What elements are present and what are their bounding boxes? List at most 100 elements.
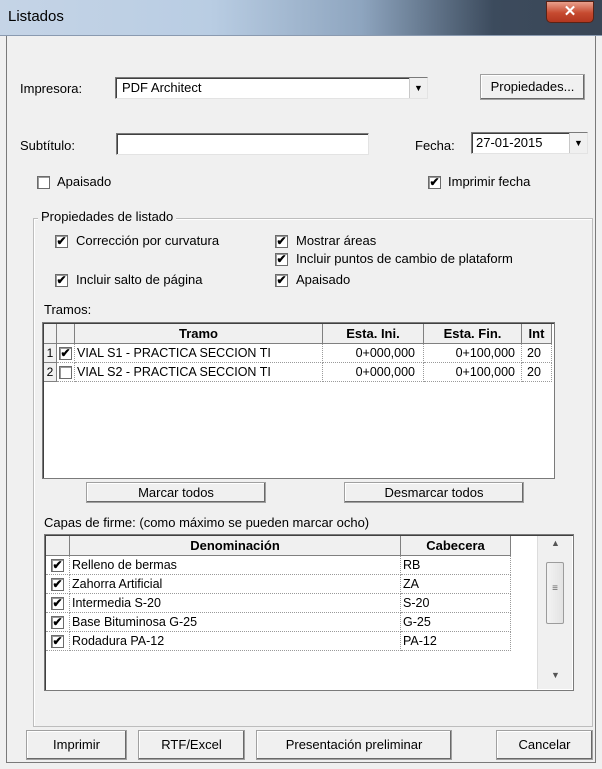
landscape-list-checkbox[interactable]: ✔ <box>275 274 288 287</box>
grid-check-header <box>46 536 70 556</box>
check-icon: ✔ <box>52 615 63 629</box>
window-title: Listados <box>8 8 64 25</box>
curvature-checkbox[interactable]: ✔ <box>55 235 68 248</box>
column-header-fin[interactable]: Esta. Fin. <box>424 324 522 344</box>
chevron-down-icon[interactable]: ▼ <box>409 78 427 98</box>
capa-name-cell[interactable]: Intermedia S-20 <box>70 594 401 613</box>
vertical-scrollbar[interactable]: ▲ ≡ ▼ <box>537 536 572 689</box>
check-icon: ✔ <box>276 252 287 266</box>
capa-code-cell[interactable]: ZA <box>401 575 511 594</box>
tramo-ini-cell[interactable]: 0+000,000 <box>323 363 424 382</box>
grip-icon: ≡ <box>552 583 558 594</box>
cancel-button[interactable]: Cancelar <box>496 730 593 760</box>
page-break-checkbox[interactable]: ✔ <box>55 274 68 287</box>
close-button[interactable]: ✕ <box>546 1 594 23</box>
check-icon: ✔ <box>56 234 67 248</box>
check-icon: ✔ <box>56 273 67 287</box>
capas-label: Capas de firme: (como máximo se pueden m… <box>44 515 370 530</box>
table-row[interactable]: ✔ <box>46 632 70 651</box>
print-date-label: Imprimir fecha <box>448 174 531 189</box>
print-date-checkbox[interactable]: ✔ <box>428 176 441 189</box>
tramo-fin-cell[interactable]: 0+100,000 <box>424 344 522 363</box>
capas-grid[interactable]: Denominación Cabecera ✔ Relleno de berma… <box>44 534 574 691</box>
capa-name-cell[interactable]: Rodadura PA-12 <box>70 632 401 651</box>
tramos-grid[interactable]: Tramo Esta. Ini. Esta. Fin. Int 1 ✔ VIAL… <box>42 322 555 479</box>
rtf-excel-button[interactable]: RTF/Excel <box>138 730 245 760</box>
printer-value: PDF Architect <box>122 80 202 95</box>
check-icon: ✔ <box>60 346 71 360</box>
chevron-down-icon[interactable]: ▼ <box>569 133 587 153</box>
table-row[interactable]: ✔ <box>57 344 75 363</box>
show-areas-label: Mostrar áreas <box>296 233 377 248</box>
tramo-fin-cell[interactable]: 0+100,000 <box>424 363 522 382</box>
scroll-down-icon[interactable]: ▼ <box>538 670 573 680</box>
list-properties-title: Propiedades de listado <box>38 209 177 224</box>
check-icon: ✔ <box>52 596 63 610</box>
grid-corner <box>44 324 57 344</box>
landscape-label: Apaisado <box>57 174 112 189</box>
mark-all-button[interactable]: Marcar todos <box>86 482 266 503</box>
column-header-cabecera[interactable]: Cabecera <box>401 536 511 556</box>
column-header-tramo[interactable]: Tramo <box>75 324 323 344</box>
platform-points-checkbox[interactable]: ✔ <box>275 253 288 266</box>
landscape-list-label: Apaisado <box>296 272 351 287</box>
check-icon: ✔ <box>52 634 63 648</box>
capa-code-cell[interactable]: G-25 <box>401 613 511 632</box>
grid-check-header <box>57 324 75 344</box>
properties-button[interactable]: Propiedades... <box>480 74 585 100</box>
tramo-checkbox[interactable]: ✔ <box>59 347 72 360</box>
table-row[interactable] <box>57 363 75 382</box>
capa-name-cell[interactable]: Relleno de bermas <box>70 556 401 575</box>
capa-checkbox[interactable]: ✔ <box>51 597 64 610</box>
capa-checkbox[interactable]: ✔ <box>51 616 64 629</box>
table-row[interactable]: ✔ <box>46 613 70 632</box>
scroll-up-icon[interactable]: ▲ <box>538 538 573 548</box>
check-icon: ✔ <box>276 273 287 287</box>
title-bar[interactable]: Listados ✕ <box>0 0 602 36</box>
capa-checkbox[interactable]: ✔ <box>51 578 64 591</box>
capa-name-cell[interactable]: Zahorra Artificial <box>70 575 401 594</box>
check-icon: ✔ <box>276 234 287 248</box>
scrollbar-thumb[interactable]: ≡ <box>546 562 564 624</box>
check-icon: ✔ <box>429 175 440 189</box>
capa-code-cell[interactable]: PA-12 <box>401 632 511 651</box>
tramo-name-cell[interactable]: VIAL S2 - PRACTICA SECCION TI <box>75 363 323 382</box>
tramos-label: Tramos: <box>44 302 92 317</box>
platform-points-label: Incluir puntos de cambio de plataform <box>296 251 513 266</box>
date-label: Fecha: <box>415 138 455 153</box>
column-header-denominacion[interactable]: Denominación <box>70 536 401 556</box>
capa-checkbox[interactable]: ✔ <box>51 559 64 572</box>
date-value: 27-01-2015 <box>476 135 543 150</box>
date-select[interactable]: 27-01-2015 ▼ <box>471 132 588 154</box>
page-break-label: Incluir salto de página <box>76 272 203 287</box>
curvature-label: Corrección por curvatura <box>76 233 220 248</box>
preview-button[interactable]: Presentación preliminar <box>256 730 452 760</box>
tramo-int-cell[interactable]: 20 <box>522 344 552 363</box>
show-areas-checkbox[interactable]: ✔ <box>275 235 288 248</box>
tramo-int-cell[interactable]: 20 <box>522 363 552 382</box>
subtitle-input[interactable] <box>116 133 369 155</box>
tramo-checkbox[interactable] <box>59 366 72 379</box>
table-row[interactable]: ✔ <box>46 594 70 613</box>
print-button[interactable]: Imprimir <box>26 730 127 760</box>
capa-name-cell[interactable]: Base Bituminosa G-25 <box>70 613 401 632</box>
capa-checkbox[interactable]: ✔ <box>51 635 64 648</box>
table-row[interactable]: ✔ <box>46 556 70 575</box>
close-icon: ✕ <box>563 3 577 20</box>
check-icon: ✔ <box>52 558 63 572</box>
subtitle-label: Subtítulo: <box>20 138 75 153</box>
printer-select[interactable]: PDF Architect ▼ <box>115 77 428 99</box>
capa-code-cell[interactable]: RB <box>401 556 511 575</box>
capa-code-cell[interactable]: S-20 <box>401 594 511 613</box>
tramo-ini-cell[interactable]: 0+000,000 <box>323 344 424 363</box>
table-row[interactable]: ✔ <box>46 575 70 594</box>
row-number: 2 <box>44 363 57 382</box>
landscape-checkbox[interactable] <box>37 176 50 189</box>
column-header-int[interactable]: Int <box>522 324 552 344</box>
printer-label: Impresora: <box>20 81 83 96</box>
tramo-name-cell[interactable]: VIAL S1 - PRACTICA SECCION TI <box>75 344 323 363</box>
row-number: 1 <box>44 344 57 363</box>
unmark-all-button[interactable]: Desmarcar todos <box>344 482 524 503</box>
column-header-ini[interactable]: Esta. Ini. <box>323 324 424 344</box>
check-icon: ✔ <box>52 577 63 591</box>
